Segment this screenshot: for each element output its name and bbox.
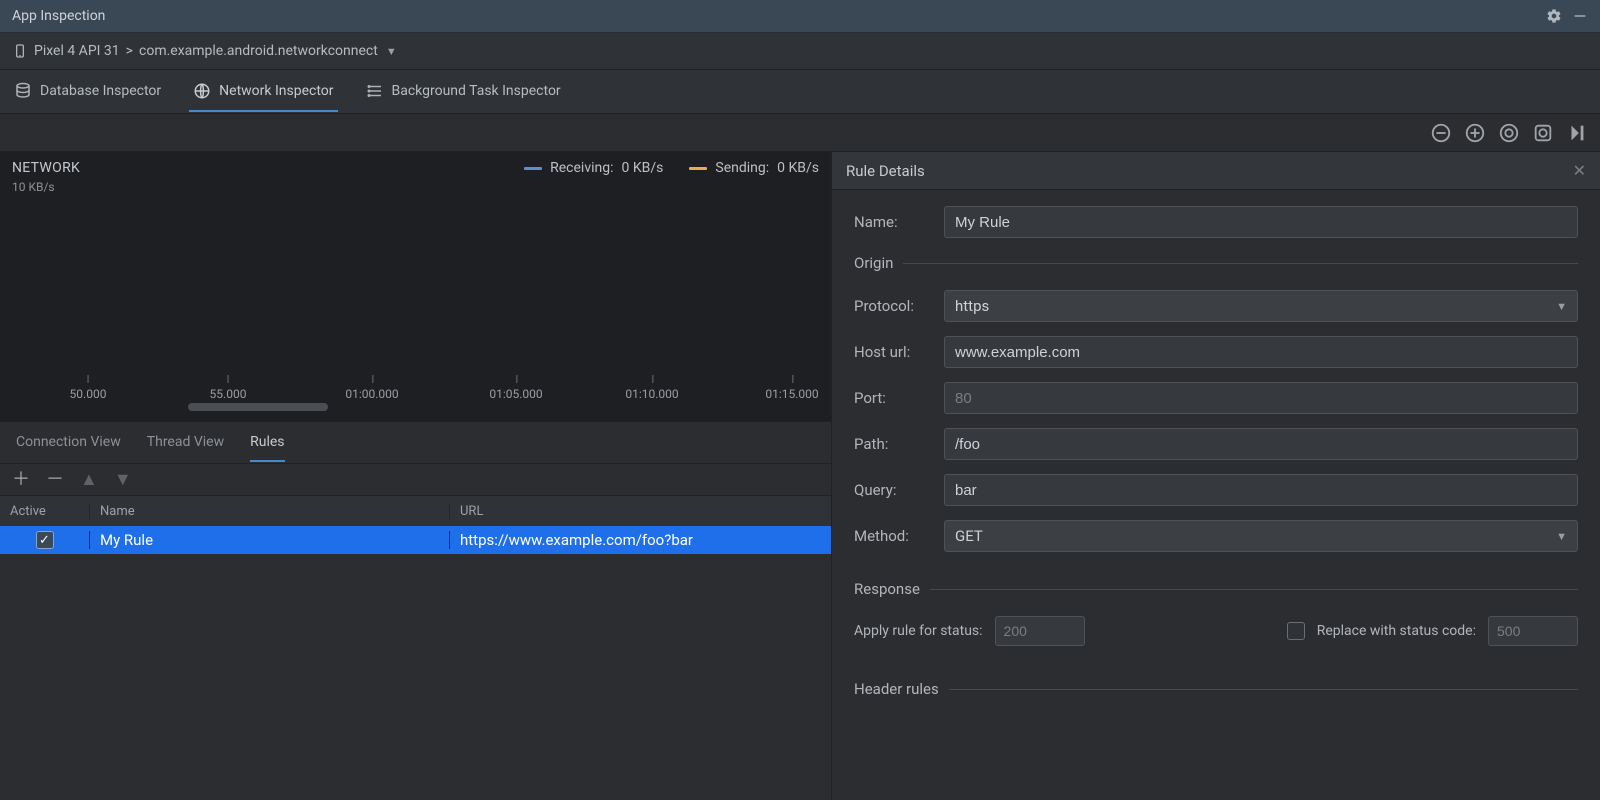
protocol-label: Protocol: xyxy=(854,297,932,315)
move-up-icon[interactable]: ▲ xyxy=(80,471,98,489)
timeline-scrollbar[interactable] xyxy=(188,403,328,411)
tab-database-inspector[interactable]: Database Inspector xyxy=(10,82,165,112)
reset-zoom-icon[interactable] xyxy=(1498,122,1520,144)
timeline-tick: 01:00.000 xyxy=(345,387,398,401)
zoom-out-icon[interactable] xyxy=(1430,122,1452,144)
replace-status-label: Replace with status code: xyxy=(1317,623,1476,639)
port-label: Port: xyxy=(854,389,932,407)
tab-thread-view[interactable]: Thread View xyxy=(147,424,224,462)
tab-rules[interactable]: Rules xyxy=(250,424,284,462)
rules-table-header: Active Name URL xyxy=(0,496,831,526)
timeline-tick: 01:05.000 xyxy=(489,387,542,401)
move-down-icon[interactable]: ▼ xyxy=(114,471,132,489)
legend-receiving: Receiving: 0 KB/s xyxy=(524,160,663,176)
header-url[interactable]: URL xyxy=(450,504,831,519)
method-label: Method: xyxy=(854,527,932,545)
remove-rule-button[interactable]: － xyxy=(46,471,64,489)
chevron-down-icon[interactable]: ▼ xyxy=(386,45,397,58)
lower-tabs: Connection View Thread View Rules xyxy=(0,422,831,464)
zoom-in-icon[interactable] xyxy=(1464,122,1486,144)
rule-url-cell: https://www.example.com/foo?bar xyxy=(450,531,831,549)
timeline-tick: 50.000 xyxy=(70,387,107,401)
timeline-tick: 01:15.000 xyxy=(765,387,818,401)
breadcrumb-sep: > xyxy=(126,43,133,59)
tab-background-task-inspector[interactable]: Background Task Inspector xyxy=(362,82,565,112)
replace-status-checkbox[interactable] xyxy=(1287,622,1305,640)
rule-active-checkbox[interactable]: ✓ xyxy=(36,531,54,549)
receiving-swatch xyxy=(524,167,542,170)
network-scale: 10 KB/s xyxy=(12,180,55,194)
query-label: Query: xyxy=(854,481,932,499)
breadcrumb[interactable]: Pixel 4 API 31 > com.example.android.net… xyxy=(0,32,1600,70)
origin-section-label: Origin xyxy=(854,254,893,272)
add-rule-button[interactable]: ＋ xyxy=(12,471,30,489)
header-active[interactable]: Active xyxy=(0,504,90,519)
details-title: Rule Details xyxy=(846,162,925,180)
header-rules-section-label: Header rules xyxy=(854,680,939,698)
legend-sending: Sending: 0 KB/s xyxy=(689,160,819,176)
host-label: Host url: xyxy=(854,343,932,361)
rule-name-cell: My Rule xyxy=(90,531,450,549)
header-name[interactable]: Name xyxy=(90,504,450,519)
name-input[interactable] xyxy=(944,206,1578,238)
host-input[interactable] xyxy=(944,336,1578,368)
timeline[interactable]: 50.000 55.000 01:00.000 01:05.000 01:10.… xyxy=(0,375,831,411)
replace-status-input[interactable] xyxy=(1488,616,1578,646)
name-label: Name: xyxy=(854,213,932,231)
method-select[interactable]: GET ▼ xyxy=(944,520,1578,552)
tab-network-inspector[interactable]: Network Inspector xyxy=(189,82,337,112)
query-input[interactable] xyxy=(944,474,1578,506)
minimize-icon[interactable] xyxy=(1572,8,1588,24)
port-input[interactable] xyxy=(944,382,1578,414)
divider xyxy=(903,263,1578,264)
protocol-select[interactable]: https ▼ xyxy=(944,290,1578,322)
rules-toolbar: ＋ － ▲ ▼ xyxy=(0,464,831,496)
close-icon[interactable]: ✕ xyxy=(1573,161,1586,180)
response-section-label: Response xyxy=(854,580,920,598)
titlebar: App Inspection xyxy=(0,0,1600,32)
go-live-icon[interactable] xyxy=(1566,122,1588,144)
path-label: Path: xyxy=(854,435,932,453)
table-row[interactable]: ✓ My Rule https://www.example.com/foo?ba… xyxy=(0,526,831,554)
network-title: NETWORK xyxy=(12,160,80,176)
apply-status-input[interactable] xyxy=(995,616,1085,646)
app-package: com.example.android.networkconnect xyxy=(139,43,378,59)
device-name: Pixel 4 API 31 xyxy=(34,43,120,59)
timeline-tick: 55.000 xyxy=(210,387,247,401)
divider xyxy=(949,689,1578,690)
timeline-tick: 01:10.000 xyxy=(625,387,678,401)
details-header: Rule Details ✕ xyxy=(832,152,1600,190)
toolbar xyxy=(0,114,1600,152)
gear-icon[interactable] xyxy=(1546,8,1562,24)
zoom-selection-icon[interactable] xyxy=(1532,122,1554,144)
network-chart-panel: NETWORK Receiving: 0 KB/s Sending: 0 KB/… xyxy=(0,152,831,422)
path-input[interactable] xyxy=(944,428,1578,460)
divider xyxy=(930,589,1578,590)
apply-status-label: Apply rule for status: xyxy=(854,623,983,639)
tab-connection-view[interactable]: Connection View xyxy=(16,424,121,462)
inspector-tabs: Database Inspector Network Inspector Bac… xyxy=(0,70,1600,114)
chevron-down-icon: ▼ xyxy=(1556,300,1567,313)
chevron-down-icon: ▼ xyxy=(1556,530,1567,543)
panel-title: App Inspection xyxy=(12,8,105,24)
device-icon xyxy=(12,43,28,59)
sending-swatch xyxy=(689,167,707,170)
